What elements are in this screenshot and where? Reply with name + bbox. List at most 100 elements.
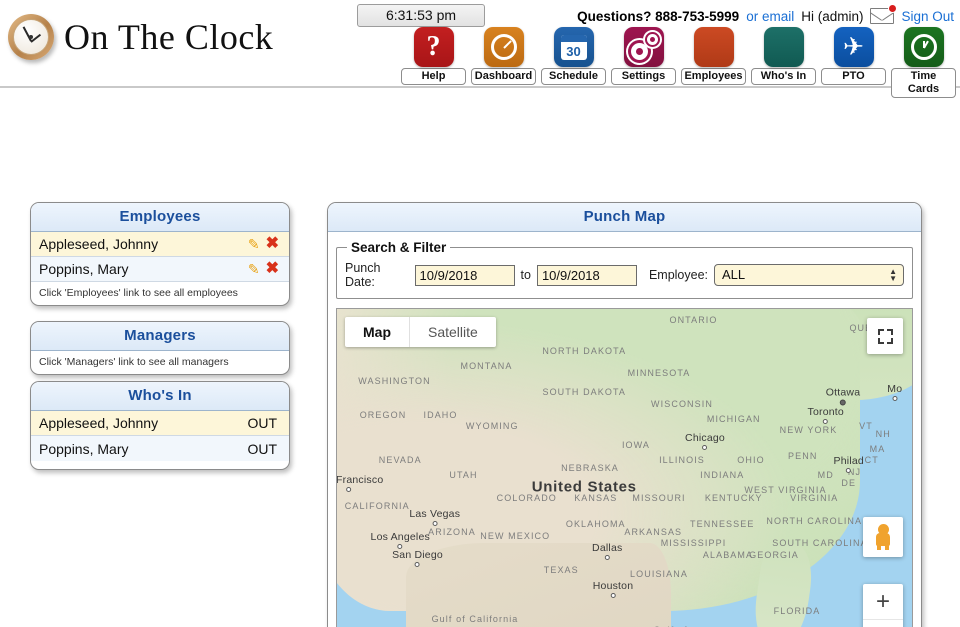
map-region-label: UTAH (449, 470, 478, 481)
nav-button-settings[interactable]: Settings (611, 27, 676, 98)
fullscreen-icon[interactable] (867, 318, 903, 354)
map-region-label: MISSISSIPPI (660, 538, 727, 549)
airplane-icon: ✈ (833, 27, 874, 67)
header-utility-bar: Questions? 888-753-5999 or email Hi (adm… (577, 4, 954, 24)
map-region-label: ALABAMA (702, 549, 754, 560)
status-badge: OUT (247, 440, 277, 457)
email-link[interactable]: or email (746, 9, 794, 24)
brand-name: On The Clock (64, 17, 274, 57)
punch-date-from-input[interactable] (414, 264, 515, 286)
table-row[interactable]: Poppins, Mary ✎ ✖ (31, 257, 289, 282)
red-x-icon[interactable]: ✖ (266, 261, 279, 277)
pencil-icon[interactable]: ✎ (248, 261, 260, 278)
nav-button-help[interactable]: ? Help (401, 27, 466, 98)
map-region-label: INDIANA (700, 470, 745, 481)
punch-date-to-input[interactable] (536, 264, 637, 286)
sign-out-link[interactable]: Sign Out (901, 9, 954, 24)
employee-name: Appleseed, Johnny (39, 415, 159, 431)
employees-panel-note: Click 'Employees' link to see all employ… (39, 287, 238, 299)
search-and-filter-section: Search & Filter Punch Date: to Employee:… (336, 240, 913, 299)
map-canvas[interactable]: United StatesONTARIOQUEBECWASHINGTONMONT… (337, 309, 912, 627)
app-header: On The Clock 6:31:53 pm Questions? 888-7… (0, 0, 960, 98)
employee-name: Poppins, Mary (39, 440, 129, 457)
map-region-label: IDAHO (423, 409, 458, 420)
map-region-label: WISCONSIN (651, 398, 713, 409)
tab-satellite[interactable]: Satellite (410, 317, 496, 347)
app-root: On The Clock 6:31:53 pm Questions? 888-7… (0, 0, 960, 627)
nav-button-whos-in[interactable]: Who's In (751, 27, 816, 98)
map-region-label: NEVADA (378, 455, 422, 466)
map-region-label: MA (869, 443, 886, 454)
nav-button-pto[interactable]: ✈ PTO (821, 27, 886, 98)
map-region-label: DE (841, 477, 857, 488)
clock-icon (903, 27, 944, 67)
map-city-marker: Philad (834, 455, 864, 473)
map-region-label: MISSOURI (632, 493, 686, 503)
nav-label-employees: Employees (681, 68, 746, 85)
employee-filter-select[interactable] (714, 264, 904, 286)
map-region-label: MD (817, 470, 834, 481)
greeting-label: Hi (admin) (801, 8, 864, 24)
map-region-label: OREGON (359, 409, 407, 420)
panel-spacer (31, 461, 289, 469)
nav-button-time-cards[interactable]: Time Cards (891, 27, 956, 98)
whos-in-panel-title: Who's In (31, 382, 289, 411)
nav-button-schedule[interactable]: 30 Schedule (541, 27, 606, 98)
map-type-tabs: Map Satellite (345, 317, 496, 347)
map-region-label: VIRGINIA (790, 493, 839, 503)
map-city-marker: Los Angeles (371, 531, 430, 549)
map-region-label: MICHIGAN (706, 413, 761, 424)
street-view-pegman-icon[interactable] (863, 517, 903, 557)
pencil-icon[interactable]: ✎ (248, 236, 260, 253)
questions-phone: Questions? 888-753-5999 (577, 8, 740, 24)
nav-button-dashboard[interactable]: Dashboard (471, 27, 536, 98)
map-region-label: Gulf of California (431, 613, 519, 624)
nav-label-pto: PTO (821, 68, 886, 85)
map-region-label: ONTARIO (669, 315, 718, 326)
map-city-marker: Houston (593, 580, 634, 598)
map-region-label: TEXAS (543, 564, 579, 575)
map-city-marker: Dallas (592, 542, 622, 560)
analog-clock-icon (8, 14, 54, 60)
map-region-label: CALIFORNIA (344, 500, 410, 511)
employee-filter-label: Employee: (648, 268, 708, 282)
gauge-icon (483, 27, 524, 67)
map-region-label: IOWA (621, 440, 651, 451)
table-row[interactable]: Poppins, Mary OUT (31, 436, 289, 461)
map-city-marker: Las Vegas (409, 508, 460, 526)
map-region-label: FLORIDA (773, 606, 821, 617)
nav-button-employees[interactable]: Employees (681, 27, 746, 98)
current-time-display: 6:31:53 pm (357, 4, 485, 27)
google-map[interactable]: United StatesONTARIOQUEBECWASHINGTONMONT… (336, 308, 913, 627)
zoom-out-button[interactable]: − (863, 620, 903, 627)
date-range-to-label: to (520, 268, 531, 282)
map-region-label: SOUTH DAKOTA (542, 387, 627, 398)
map-region-label: WASHINGTON (358, 375, 431, 386)
punch-map-panel: Punch Map Search & Filter Punch Date: to… (327, 202, 922, 627)
map-city-marker: San Francisco (337, 474, 383, 492)
map-city-marker: Chicago (685, 432, 725, 451)
employee-name: Appleseed, Johnny (39, 236, 159, 252)
map-region-label: NORTH DAKOTA (542, 345, 627, 356)
tab-map[interactable]: Map (345, 317, 410, 347)
map-city-marker: San Diego (392, 549, 443, 568)
map-zoom-controls: + − (863, 584, 903, 627)
employees-panel-title: Employees (31, 203, 289, 232)
nav-label-settings: Settings (611, 68, 676, 85)
nav-label-dashboard: Dashboard (471, 68, 536, 85)
gears-icon (623, 27, 664, 67)
managers-panel: Managers Click 'Managers' link to see al… (30, 321, 290, 375)
nav-label-whos-in: Who's In (751, 68, 816, 85)
table-row[interactable]: Appleseed, Johnny ✎ ✖ (31, 232, 289, 257)
table-row[interactable]: Appleseed, Johnny OUT (31, 411, 289, 436)
envelope-icon[interactable] (870, 4, 898, 24)
map-region-label: NEW MEXICO (480, 530, 551, 541)
map-region-label: WYOMING (465, 421, 519, 432)
red-x-icon[interactable]: ✖ (266, 236, 279, 252)
map-region-label: KANSAS (574, 493, 618, 503)
zoom-in-button[interactable]: + (863, 584, 903, 620)
brand-logo: On The Clock (8, 14, 273, 60)
map-region-label: NEBRASKA (561, 462, 619, 473)
employee-filter-wrapper: ▲▼ (714, 264, 904, 286)
nav-label-help: Help (401, 68, 466, 85)
